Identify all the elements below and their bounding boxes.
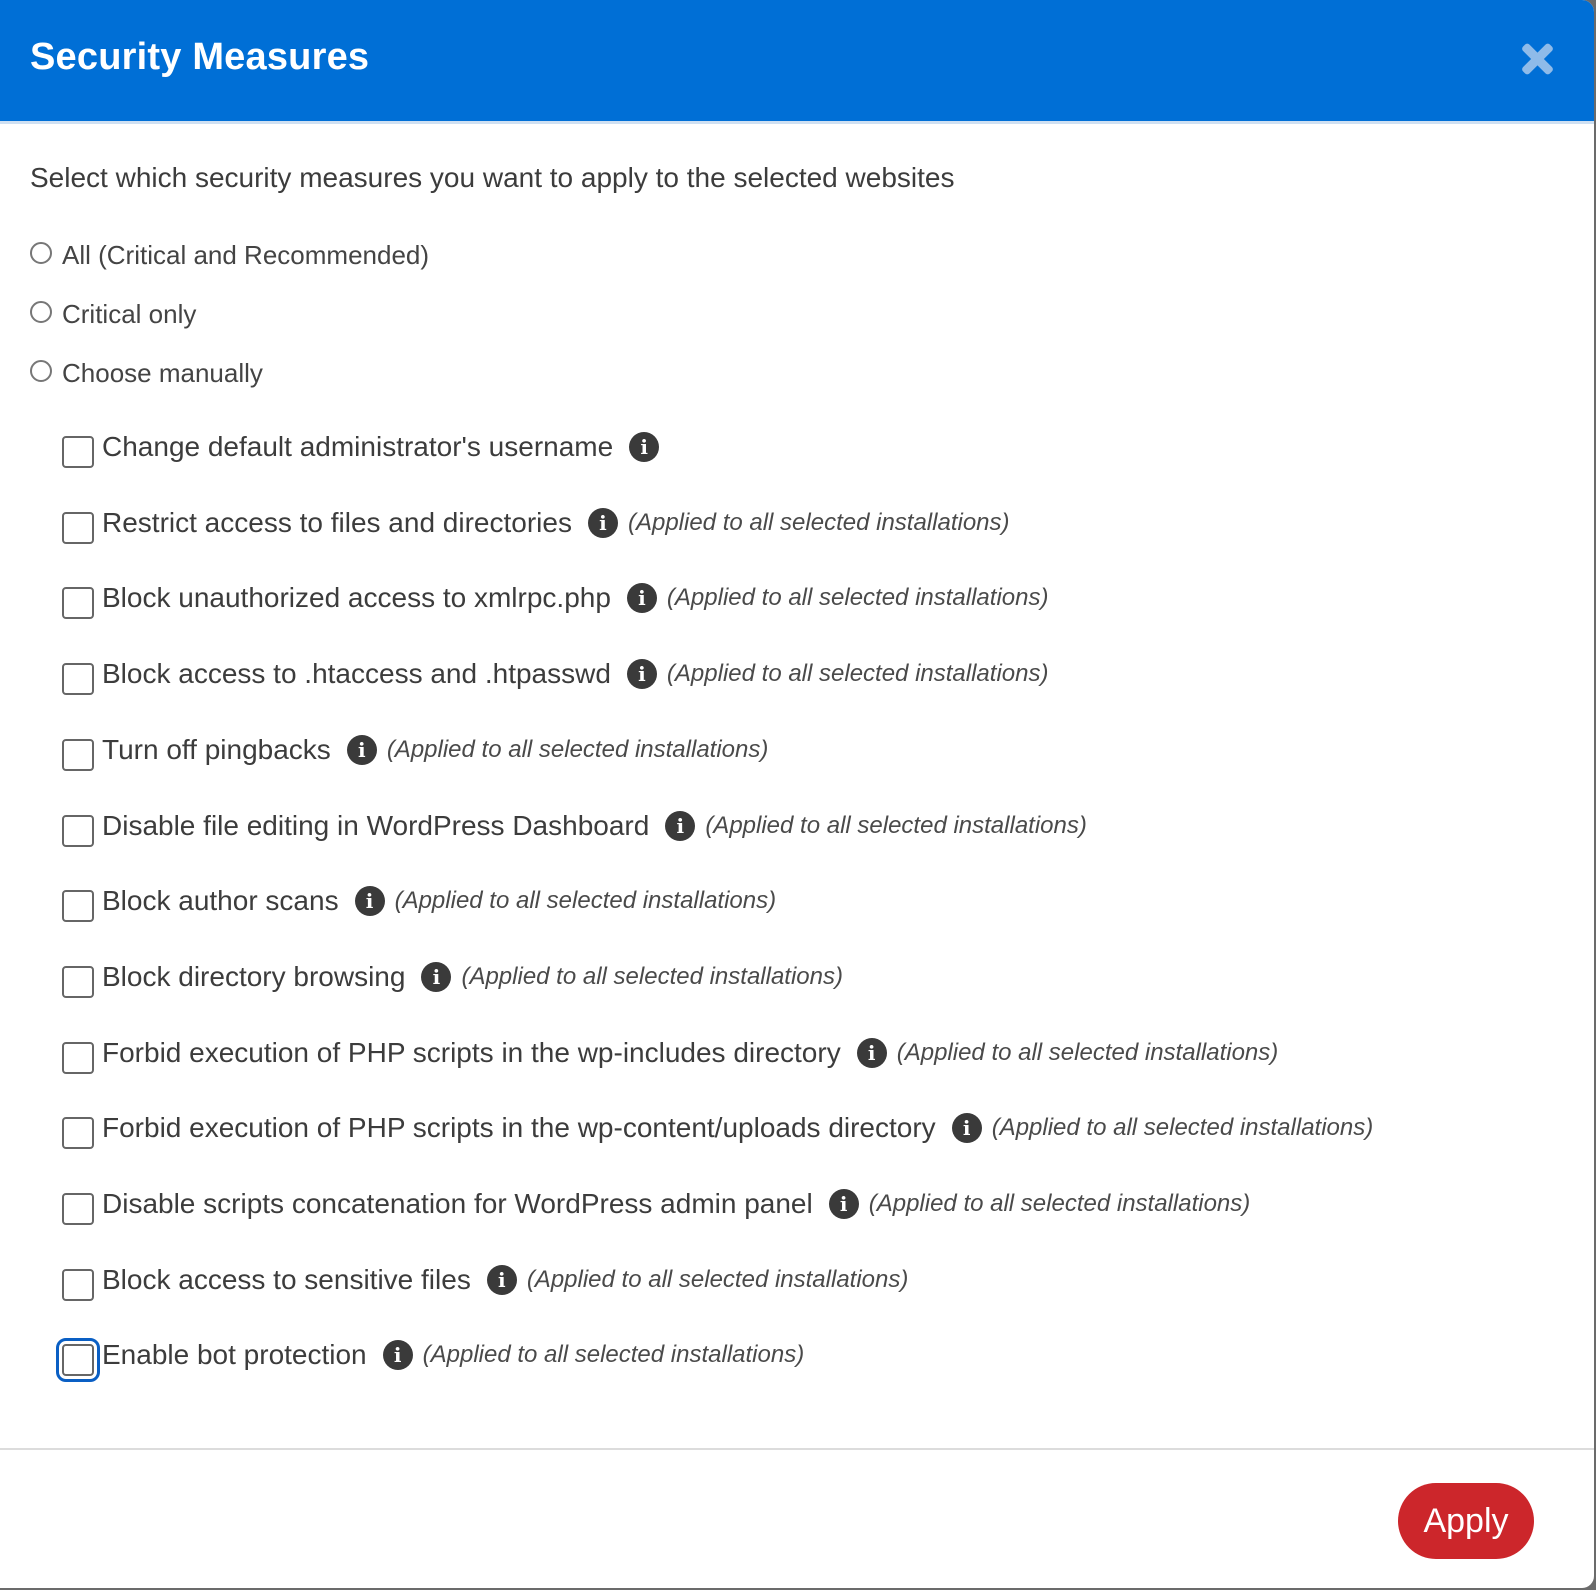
- dialog-title: Security Measures: [30, 36, 370, 78]
- measure-label: Block unauthorized access to xmlrpc.php: [102, 582, 611, 614]
- measure-item[interactable]: Block access to sensitive files i (Applied…: [62, 1259, 908, 1301]
- measure-note: (Applied to all selected installations): [705, 811, 1087, 839]
- measure-note: (Applied to all selected installations): [526, 1265, 909, 1293]
- measure-checkbox[interactable]: [62, 814, 94, 847]
- measure-label: Disable scripts concatenation for WordPr…: [102, 1188, 813, 1219]
- info-icon[interactable]: i: [951, 1113, 982, 1144]
- measure-item[interactable]: Forbid execution of PHP scripts in the w…: [62, 1107, 1374, 1150]
- measure-checkbox[interactable]: [62, 738, 94, 771]
- measure-label: Block directory browsing: [102, 960, 406, 992]
- measure-checkbox[interactable]: [62, 1117, 94, 1150]
- measure-note: (Applied to all selected installations): [666, 584, 1049, 612]
- radio-choose-manually[interactable]: Choose manually: [30, 358, 263, 389]
- info-icon[interactable]: i: [354, 886, 385, 917]
- measure-checkbox[interactable]: [62, 1041, 94, 1074]
- info-icon[interactable]: i: [587, 507, 618, 538]
- measure-label: Disable file editing in WordPress Dashbo…: [102, 809, 650, 841]
- measure-label: Forbid execution of PHP scripts in the w…: [102, 1036, 841, 1068]
- radio-label: All (Critical and Recommended): [62, 240, 430, 270]
- measure-item[interactable]: Change default administrator's username i: [62, 426, 669, 468]
- close-icon[interactable]: [1520, 42, 1554, 76]
- measure-item[interactable]: Block directory browsing i (Applied to all…: [62, 956, 843, 998]
- measure-checkbox[interactable]: [62, 511, 94, 544]
- measure-item[interactable]: Enable bot protection i (Applied to all se…: [56, 1334, 805, 1383]
- measure-label: Block access to .htaccess and .htpasswd: [102, 658, 611, 690]
- radio-button[interactable]: [30, 300, 52, 323]
- measure-label: Block access to sensitive files: [102, 1263, 471, 1295]
- measure-label: Block author scans: [102, 885, 339, 917]
- measure-checkbox[interactable]: [62, 1268, 94, 1301]
- measure-label: Change default administrator's username: [102, 431, 614, 462]
- measure-item[interactable]: Block unauthorized access to xmlrpc.php i…: [62, 577, 1049, 620]
- radio-critical-only[interactable]: Critical only: [30, 299, 196, 330]
- radio-label: Critical only: [62, 299, 197, 329]
- dialog-header: Security Measures: [0, 0, 1594, 124]
- info-icon[interactable]: i: [629, 432, 660, 462]
- measure-label: Turn off pingbacks: [102, 733, 331, 765]
- measure-checkbox[interactable]: [62, 965, 94, 998]
- measure-label: Forbid execution of PHP scripts in the w…: [102, 1112, 936, 1144]
- measure-note: (Applied to all selected installations): [386, 735, 769, 763]
- info-icon[interactable]: i: [421, 961, 452, 992]
- info-icon[interactable]: i: [626, 583, 657, 614]
- info-icon[interactable]: i: [486, 1264, 517, 1295]
- footer-divider: [0, 1448, 1594, 1450]
- radio-label: Choose manually: [62, 358, 263, 388]
- info-icon[interactable]: i: [382, 1340, 413, 1371]
- radio-button[interactable]: [30, 359, 52, 382]
- measure-item[interactable]: Disable file editing in WordPress Dashbo…: [62, 805, 1087, 847]
- apply-button[interactable]: Apply: [1398, 1483, 1534, 1559]
- measure-item[interactable]: Restrict access to files and directories…: [62, 502, 1010, 544]
- measure-note: (Applied to all selected installations): [461, 962, 843, 990]
- measure-note: (Applied to all selected installations): [422, 1341, 805, 1369]
- measure-note: (Applied to all selected installations): [666, 660, 1049, 688]
- measure-label: Enable bot protection: [102, 1339, 367, 1371]
- measure-note: (Applied to all selected installations): [627, 508, 1010, 536]
- radio-button[interactable]: [30, 241, 52, 264]
- info-icon[interactable]: i: [828, 1189, 859, 1219]
- measure-note: (Applied to all selected installations): [868, 1190, 1251, 1217]
- info-icon[interactable]: i: [665, 810, 696, 841]
- info-icon[interactable]: i: [856, 1037, 887, 1068]
- measure-item[interactable]: Block author scans i (Applied to all selec…: [62, 880, 777, 923]
- measure-item[interactable]: Turn off pingbacks i (Applied to all selec…: [62, 729, 768, 771]
- measure-checkbox[interactable]: [56, 1338, 100, 1383]
- measure-checkbox[interactable]: [62, 587, 94, 620]
- measure-label: Restrict access to files and directories: [102, 506, 572, 538]
- security-measures-dialog: Security Measures Select which security …: [0, 0, 1594, 1588]
- measure-item[interactable]: Disable scripts concatenation for WordPr…: [62, 1183, 1250, 1225]
- measure-item[interactable]: Block access to .htaccess and .htpasswd i…: [62, 653, 1049, 696]
- intro-text: Select which security measures you want …: [30, 162, 955, 193]
- measure-note: (Applied to all selected installations): [896, 1038, 1279, 1066]
- measure-checkbox[interactable]: [62, 663, 94, 696]
- info-icon[interactable]: i: [346, 734, 377, 765]
- measure-checkbox[interactable]: [62, 436, 94, 468]
- measure-note: (Applied to all selected installations): [991, 1114, 1374, 1142]
- measure-checkbox[interactable]: [62, 1193, 94, 1225]
- radio-all[interactable]: All (Critical and Recommended): [30, 240, 429, 271]
- measure-checkbox[interactable]: [62, 890, 94, 923]
- measure-item[interactable]: Forbid execution of PHP scripts in the w…: [62, 1032, 1278, 1074]
- info-icon[interactable]: i: [626, 659, 657, 690]
- measure-note: (Applied to all selected installations): [394, 887, 777, 915]
